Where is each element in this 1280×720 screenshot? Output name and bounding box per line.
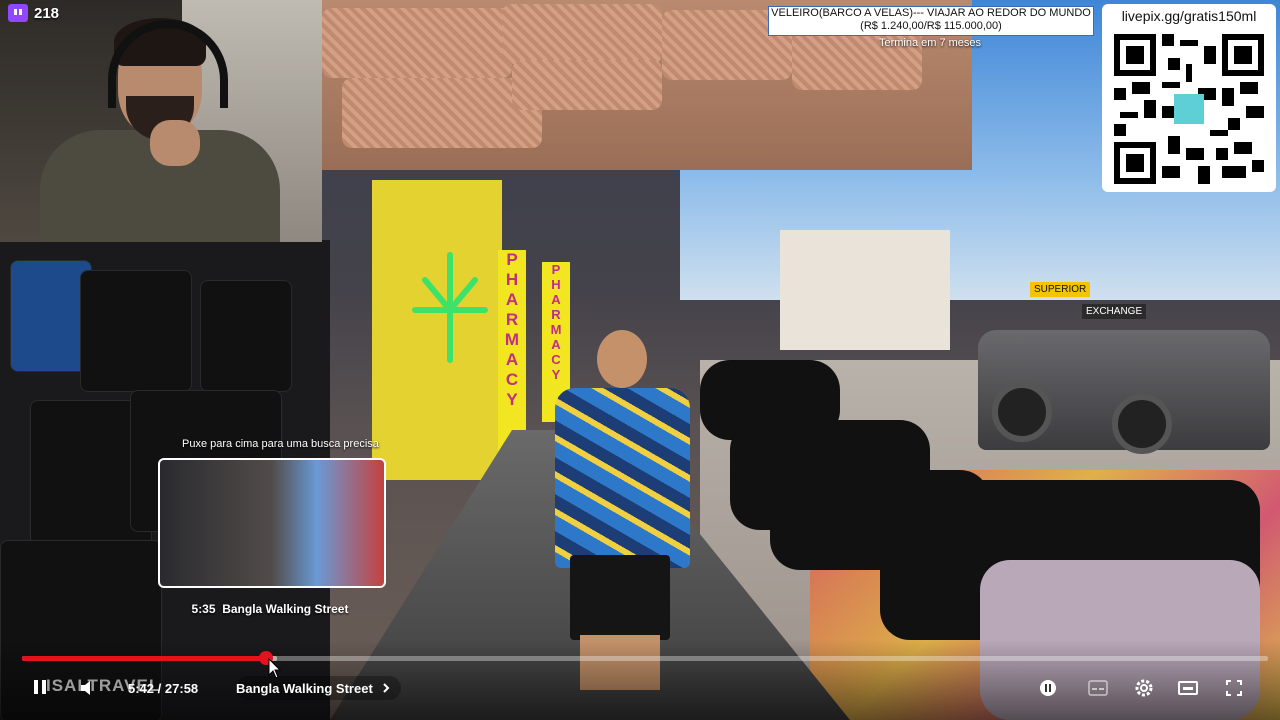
walking-man	[555, 330, 705, 690]
exchange-sign: EXCHANGE	[1082, 304, 1147, 319]
volume-button[interactable]	[76, 676, 100, 700]
chapter-button[interactable]: Bangla Walking Street	[236, 676, 401, 700]
progress-played	[22, 656, 267, 661]
autoplay-toggle[interactable]	[1036, 676, 1060, 700]
settings-button[interactable]	[1132, 676, 1156, 700]
viewer-count-value: 218	[34, 4, 60, 22]
time-display: 5:42 / 27:58	[128, 676, 198, 700]
subtitles-icon	[1088, 680, 1108, 696]
viewer-count: 218	[8, 4, 59, 22]
theater-mode-button[interactable]	[1176, 676, 1200, 700]
superior-sign: SUPERIOR	[1030, 282, 1091, 297]
autoplay-icon	[1040, 680, 1056, 696]
current-time: 5:42	[128, 680, 155, 696]
volume-icon	[81, 681, 90, 695]
scrub-hint: Puxe para cima para uma busca precisa	[182, 438, 379, 450]
pause-button[interactable]	[28, 676, 52, 700]
qr-url: livepix.gg/gratis150ml	[1121, 8, 1257, 24]
donation-qr-panel: livepix.gg/gratis150ml	[1102, 4, 1276, 192]
goal-title: VELEIRO(BARCO A VELAS)--- VIAJAR AO REDO…	[771, 7, 1091, 19]
fullscreen-button[interactable]	[1222, 676, 1246, 700]
building	[780, 230, 950, 350]
goal-deadline: Termina em 7 meses	[878, 37, 982, 49]
cannabis-neon-sign	[412, 252, 488, 363]
time-separator: /	[157, 680, 162, 696]
gear-icon	[1135, 679, 1153, 697]
seek-preview-thumbnail	[158, 458, 386, 588]
goal-progress: (R$ 1.240,00/R$ 115.000,00)	[860, 20, 1002, 32]
seek-preview-label: 5:35 Bangla Walking Street	[158, 602, 382, 616]
progress-bar[interactable]	[22, 651, 1268, 665]
subtitles-button[interactable]	[1086, 676, 1110, 700]
chevron-right-icon	[383, 683, 390, 693]
donation-goal-banner: VELEIRO(BARCO A VELAS)--- VIAJAR AO REDO…	[768, 6, 1094, 36]
pickup-truck	[978, 330, 1270, 454]
theater-mode-icon	[1178, 681, 1198, 695]
qr-code-icon	[1114, 34, 1264, 184]
chapter-title: Bangla Walking Street	[236, 680, 373, 696]
fullscreen-icon	[1226, 680, 1242, 696]
pause-icon	[32, 680, 48, 697]
seek-preview-time: 5:35	[191, 602, 216, 616]
mouse-cursor-icon	[268, 658, 282, 679]
streamer-webcam: 218	[0, 0, 322, 242]
seek-preview-chapter: Bangla Walking Street	[222, 602, 349, 616]
duration: 27:58	[164, 680, 199, 696]
twitch-icon	[8, 4, 28, 22]
